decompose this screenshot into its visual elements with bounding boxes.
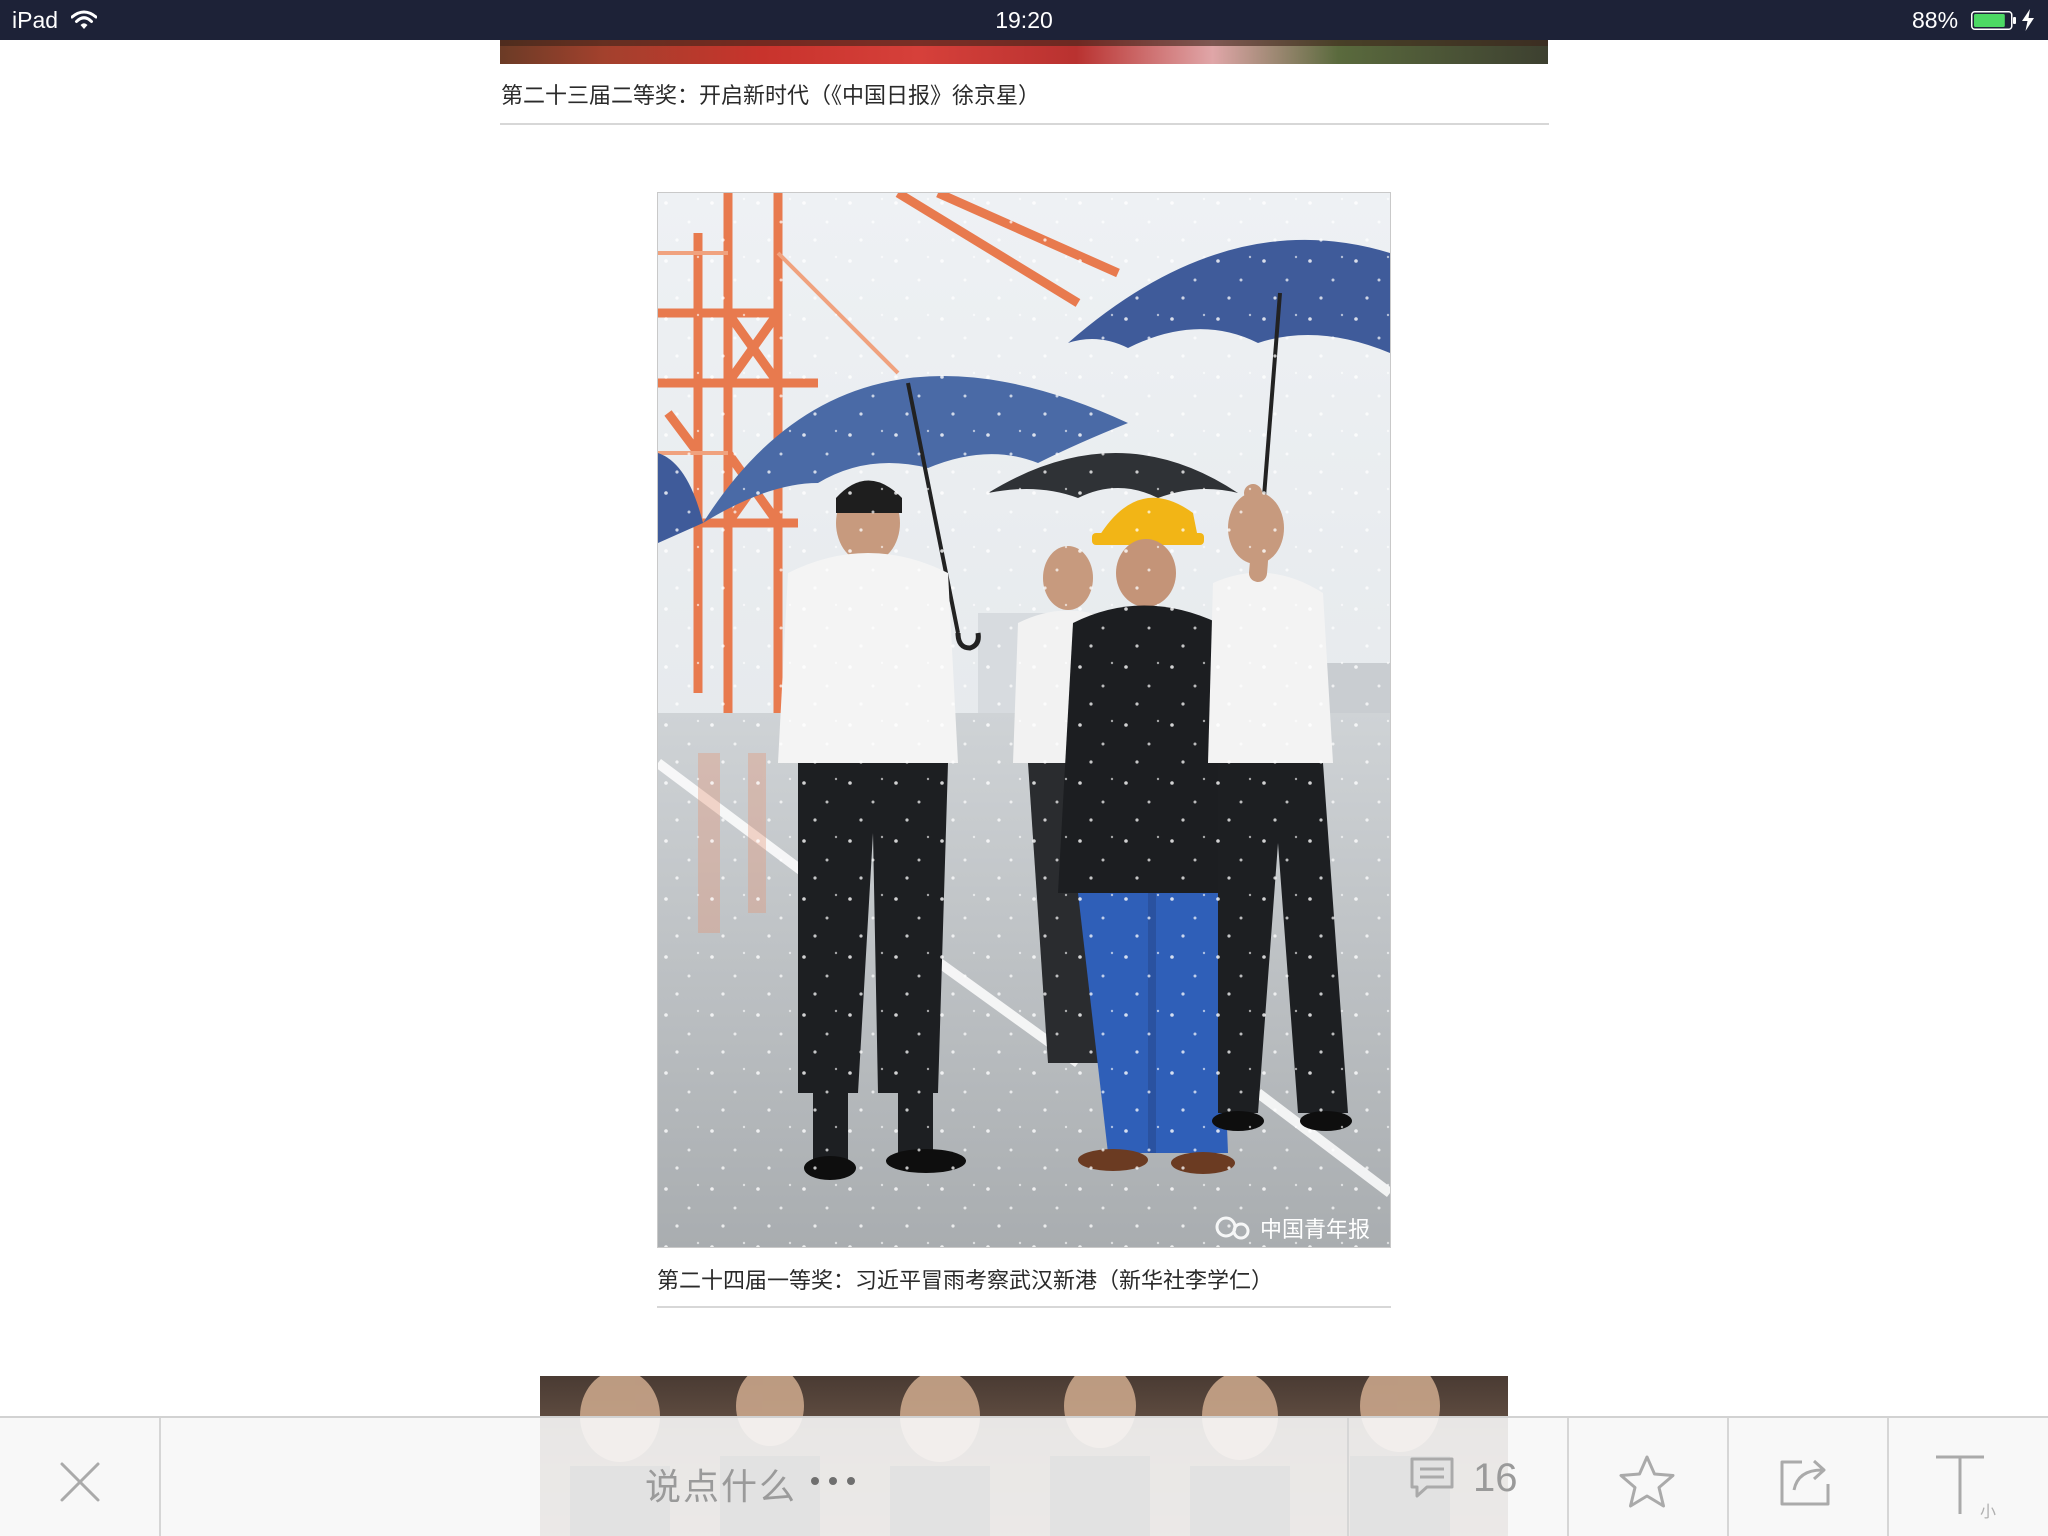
toolbar-divider <box>1727 1418 1729 1536</box>
article-photo-main: 中国青年报 <box>657 192 1391 1248</box>
toolbar-divider <box>159 1418 161 1536</box>
article-photo-flowers <box>500 40 1548 64</box>
more-dots-icon <box>811 1477 855 1485</box>
rain-inspection-photo: 中国青年报 <box>658 193 1390 1247</box>
star-icon[interactable] <box>1618 1454 1676 1510</box>
toolbar-divider <box>1887 1418 1889 1536</box>
status-bar: iPad 19:20 88% <box>0 0 2048 40</box>
battery-percent: 88% <box>1912 7 1959 33</box>
caption-divider <box>500 123 1549 125</box>
photo-caption: 第二十三届二等奖：开启新时代（《中国日报》徐京星） <box>501 84 1041 109</box>
font-size-label: 小 <box>1980 1502 1997 1521</box>
comment-placeholder: 说点什么 <box>645 1467 798 1508</box>
charging-bolt-icon <box>2022 9 2034 31</box>
bottom-toolbar: 说点什么 16 小 <box>0 1416 2048 1536</box>
caption-divider <box>657 1306 1391 1308</box>
comment-count: 16 <box>1473 1456 1518 1500</box>
toolbar-divider <box>1567 1418 1569 1536</box>
photo-watermark: 中国青年报 <box>1260 1218 1370 1243</box>
photo-caption: 第二十四届一等奖：习近平冒雨考察武汉新港（新华社李学仁） <box>657 1269 1274 1294</box>
share-icon[interactable] <box>1778 1456 1834 1508</box>
clock: 19:20 <box>995 7 1053 33</box>
close-icon[interactable] <box>56 1458 104 1506</box>
battery-icon <box>1971 11 2016 30</box>
screen: iPad 19:20 88% 第二十三届二等奖：开启新时代（《中国日报》徐京星） <box>0 0 2048 1536</box>
comment-bubble-icon <box>1410 1457 1454 1498</box>
comments-button[interactable]: 16 <box>1349 1418 1567 1536</box>
